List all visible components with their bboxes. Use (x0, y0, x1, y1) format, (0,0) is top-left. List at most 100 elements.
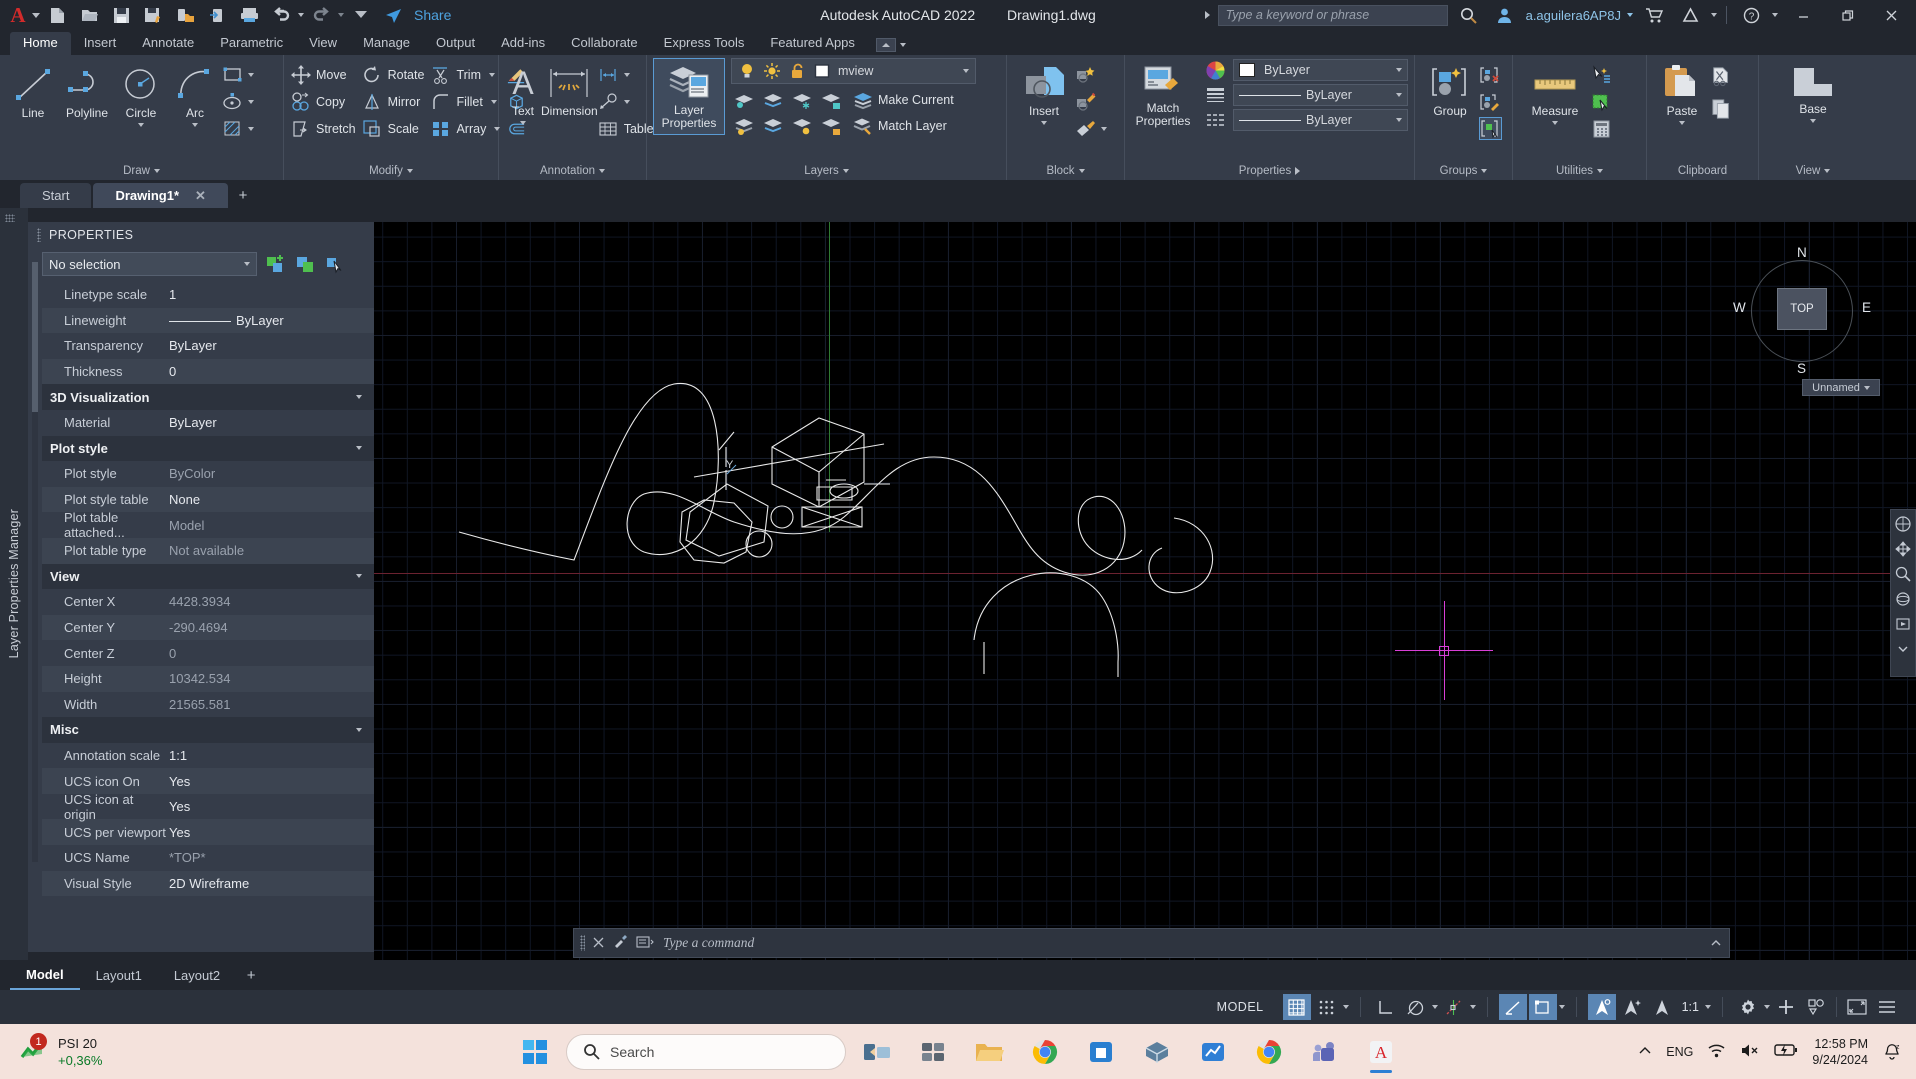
pickadd-icon[interactable] (323, 253, 347, 275)
command-line-grip-icon[interactable] (580, 935, 585, 951)
chart-app-icon[interactable] (1188, 1029, 1238, 1075)
edit-attribute-button[interactable] (1075, 117, 1107, 140)
layer-thaw-icon[interactable] (789, 114, 815, 138)
paste-chevron-down-icon[interactable] (1679, 121, 1685, 125)
ribbon-tab-featured-apps[interactable]: Featured Apps (757, 32, 868, 55)
help-chevron-down-icon[interactable] (1772, 13, 1778, 17)
rectangle-button[interactable] (222, 63, 254, 86)
create-block-button[interactable] (1075, 63, 1107, 86)
file-explorer-icon[interactable] (964, 1029, 1014, 1075)
avatar[interactable] (1490, 0, 1520, 30)
clock[interactable]: 12:58 PM 9/24/2024 (1812, 1036, 1868, 1068)
redo-chevron-down-icon[interactable] (338, 13, 344, 17)
group-selection-button[interactable] (1479, 117, 1502, 140)
battery-charging-icon[interactable] (1774, 1042, 1798, 1061)
property-row[interactable]: Annotation scale 1:1 (42, 743, 374, 769)
layer-unlock-icon[interactable] (818, 114, 844, 138)
autodesk-logo-icon[interactable] (1675, 0, 1705, 30)
property-row[interactable]: UCS per viewport Yes (42, 819, 374, 846)
new-file-tab-button[interactable]: + (230, 183, 256, 208)
layer-freeze-icon[interactable] (789, 88, 815, 112)
ribbon-tab-addins[interactable]: Add-ins (488, 32, 558, 55)
edit-block-button[interactable] (1075, 90, 1107, 113)
chrome-icon[interactable] (1020, 1029, 1070, 1075)
property-row[interactable]: Center X 4428.3934 (42, 589, 374, 615)
file-tab-drawing1[interactable]: Drawing1* ✕ (93, 183, 228, 208)
taskbar-search-box[interactable]: Search (566, 1033, 846, 1070)
lineweight-combo[interactable]: ByLayer (1233, 109, 1408, 131)
annotation-panel-chevron-down-icon[interactable] (599, 169, 605, 173)
array-button[interactable]: Array (430, 117, 501, 140)
restore-button[interactable] (1828, 0, 1866, 30)
ribbon-tab-parametric[interactable]: Parametric (207, 32, 296, 55)
weather-stock-widget[interactable]: 1 PSI 20 +0,36% (0, 1033, 102, 1069)
file-tab-start[interactable]: Start (20, 183, 92, 208)
calculator-button[interactable] (1591, 117, 1612, 140)
close-icon[interactable]: ✕ (195, 188, 206, 204)
undo-icon[interactable] (266, 0, 296, 30)
cut-button[interactable] (1711, 63, 1732, 91)
property-row[interactable]: Center Z 0 (42, 640, 374, 666)
help-icon[interactable]: ? (1736, 0, 1766, 30)
command-line[interactable]: Type a command (573, 928, 1730, 958)
start-button[interactable] (510, 1029, 560, 1075)
linetype-chevron-down-icon[interactable] (1396, 93, 1402, 97)
ribbon-tab-insert[interactable]: Insert (71, 32, 130, 55)
block-panel-chevron-down-icon[interactable] (1078, 169, 1085, 173)
fullscreen-button[interactable] (1843, 994, 1871, 1020)
customization-button[interactable] (1772, 994, 1800, 1020)
property-row[interactable]: Center Y -290.4694 (42, 614, 374, 641)
measure-chevron-down-icon[interactable] (1552, 121, 1558, 125)
command-customize-icon[interactable] (612, 934, 628, 953)
paste-button[interactable]: Paste (1653, 60, 1711, 125)
make-current-button[interactable]: Make Current (852, 88, 954, 112)
taskview-icon[interactable] (852, 1029, 902, 1075)
layer-color-swatch[interactable] (813, 62, 831, 80)
edit-attribute-chevron-down-icon[interactable] (1101, 126, 1107, 131)
unlock-icon[interactable] (788, 62, 806, 80)
dynamic-ucs-chevron-down-icon[interactable] (1558, 1005, 1565, 1009)
layer-properties-manager-rail[interactable]: Layer Properties Manager (0, 208, 28, 960)
base-button[interactable]: Base (1782, 60, 1844, 123)
properties-scrollbar[interactable] (32, 262, 38, 862)
ribbon-tab-annotate[interactable]: Annotate (129, 32, 207, 55)
account-name[interactable]: a.aguilera6AP8J (1526, 8, 1621, 23)
layer-merge-icon[interactable] (760, 114, 786, 138)
teams-icon[interactable] (1300, 1029, 1350, 1075)
chrome2-icon[interactable] (1244, 1029, 1294, 1075)
lineweight-chevron-down-icon[interactable] (1396, 118, 1402, 122)
layer-on-icon[interactable] (731, 114, 757, 138)
ribbon-tab-manage[interactable]: Manage (350, 32, 423, 55)
linear-dimension-button[interactable] (598, 63, 654, 86)
linear-dim-chevron-down-icon[interactable] (623, 72, 630, 77)
ribbon-tab-view[interactable]: View (296, 32, 350, 55)
base-chevron-down-icon[interactable] (1810, 119, 1816, 123)
arc-button[interactable]: Arc (168, 60, 222, 127)
leader-button[interactable] (598, 90, 654, 113)
circle-button[interactable]: Circle (114, 60, 168, 127)
text-button[interactable]: A Text (505, 60, 541, 125)
ribbon-tab-home[interactable]: Home (10, 32, 71, 55)
command-input[interactable]: Type a command (663, 935, 1701, 951)
color-chevron-down-icon[interactable] (1396, 68, 1402, 72)
property-row[interactable]: Linetype scale 1 (42, 282, 374, 308)
snap-chevron-down-icon[interactable] (1342, 1005, 1349, 1009)
stretch-button[interactable]: Stretch (290, 117, 356, 140)
autocad-a-icon[interactable]: A (0, 0, 36, 30)
model-space-button[interactable]: MODEL (1205, 1000, 1276, 1014)
property-row[interactable]: UCS icon at origin Yes (42, 792, 374, 822)
match-layer-button[interactable]: Match Layer (852, 114, 954, 138)
hatch-button[interactable] (222, 117, 254, 140)
zoom-extents-icon[interactable] (1893, 565, 1913, 583)
cart-icon[interactable] (1639, 0, 1669, 30)
fillet-chevron-down-icon[interactable] (490, 99, 497, 104)
show-hidden-icons-chevron-up-icon[interactable] (1638, 1045, 1652, 1059)
linetype-combo[interactable]: ByLayer (1233, 84, 1408, 106)
navbar-chevron-down-icon[interactable] (1893, 640, 1913, 658)
open-folder-icon[interactable] (74, 0, 104, 30)
save-icon[interactable] (106, 0, 136, 30)
ellipse-chevron-down-icon[interactable] (248, 99, 254, 104)
circle-chevron-down-icon[interactable] (138, 123, 144, 127)
palette-grip-icon[interactable] (37, 228, 41, 242)
notification-bell-icon[interactable]: z (1882, 1040, 1902, 1063)
